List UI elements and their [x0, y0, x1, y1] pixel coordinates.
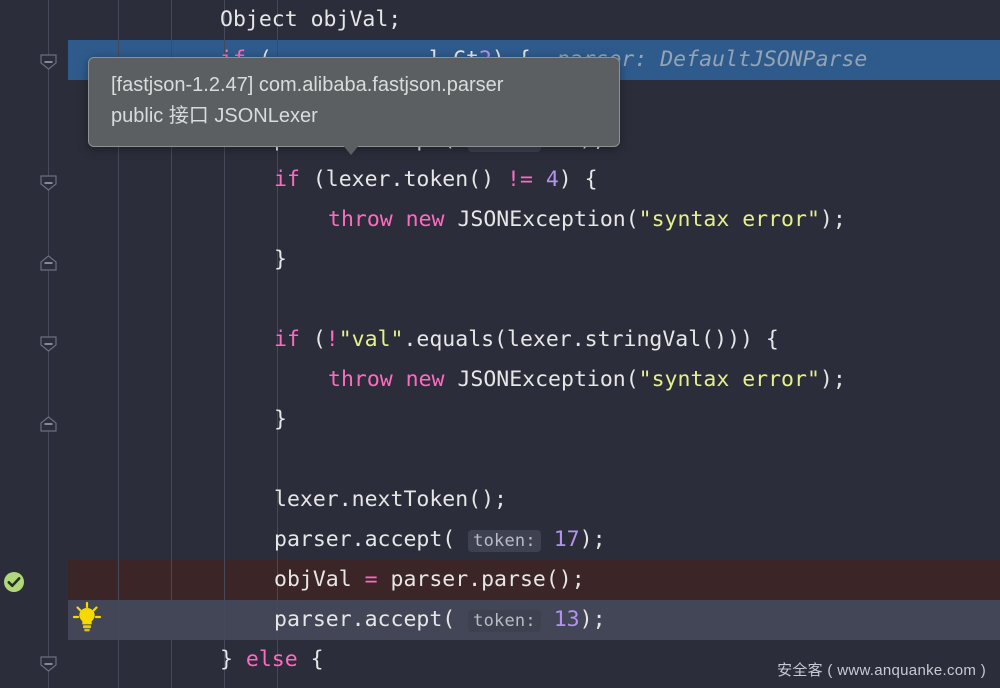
- lightbulb-icon[interactable]: [70, 600, 104, 638]
- parameter-hint-chip: token:: [468, 530, 541, 552]
- code-token-plain: objVal: [274, 567, 365, 592]
- code-token-num: 17: [540, 527, 580, 552]
- fold-marker-down[interactable]: [40, 54, 57, 70]
- code-token-kw: if: [274, 327, 300, 352]
- code-token-op: =: [364, 567, 378, 592]
- line-if-val-equals[interactable]: if (!"val".equals(lexer.stringVal())) {: [0, 320, 1000, 360]
- code-token-str: "syntax error": [638, 367, 820, 392]
- code-token-plain: );: [579, 527, 606, 552]
- code-token-plain: );: [579, 607, 606, 632]
- line-object-objval[interactable]: Object objVal;: [0, 0, 1000, 40]
- code-token-plain: }: [220, 647, 246, 672]
- code-token-str: "syntax error": [638, 207, 820, 232]
- code-token-str: "val": [338, 327, 404, 352]
- fold-marker-down[interactable]: [40, 656, 57, 672]
- code-token-plain: parser.parse();: [377, 567, 585, 592]
- code-token-plain: }: [274, 407, 287, 432]
- code-token-plain: (: [299, 327, 326, 352]
- code-token-plain: JSONException(: [444, 207, 639, 232]
- line-if-token-ne-4[interactable]: if (lexer.token() != 4) {: [0, 160, 1000, 200]
- parameter-hint-chip: token:: [468, 610, 541, 632]
- fold-marker-up[interactable]: [40, 416, 57, 432]
- code-token-plain: (lexer.token(): [299, 167, 507, 192]
- code-token-plain: JSONException(: [444, 367, 639, 392]
- code-token-plain: Object objVal;: [220, 7, 402, 32]
- code-token-op: !: [325, 327, 339, 352]
- line-objval-parse[interactable]: objVal = parser.parse();: [0, 560, 1000, 600]
- code-token-num: 4: [545, 167, 559, 192]
- code-token-plain: lexer.nextToken();: [274, 487, 507, 512]
- code-token-kw: throw new: [328, 367, 445, 392]
- code-token-op: !=: [507, 167, 533, 192]
- code-token-kw: else: [245, 647, 298, 672]
- line-parser-accept-17[interactable]: parser.accept( token: 17);: [0, 520, 1000, 560]
- documentation-tooltip: [fastjson-1.2.47] com.alibaba.fastjson.p…: [88, 57, 620, 147]
- code-token-plain: parser.accept(: [274, 607, 469, 632]
- fold-marker-down[interactable]: [40, 336, 57, 352]
- code-token-num: 13: [540, 607, 580, 632]
- tooltip-arrow: [337, 138, 365, 155]
- line-blank-1[interactable]: [0, 280, 1000, 320]
- code-token-kw: throw new: [328, 207, 445, 232]
- line-lexer-nexttoken[interactable]: lexer.nextToken();: [0, 480, 1000, 520]
- code-token-plain: );: [819, 207, 846, 232]
- tooltip-line-2: public 接口 JSONLexer: [111, 105, 318, 127]
- line-throw-2[interactable]: throw new JSONException("syntax error");: [0, 360, 1000, 400]
- code-token-plain: .equals(lexer.stringVal())) {: [403, 327, 779, 352]
- code-token-plain: ) {: [558, 167, 598, 192]
- site-watermark: 安全客 ( www.anquanke.com ): [777, 662, 986, 679]
- line-close-brace-2[interactable]: }: [0, 400, 1000, 440]
- line-throw-1[interactable]: throw new JSONException("syntax error");: [0, 200, 1000, 240]
- line-parser-accept-13[interactable]: parser.accept( token: 13);: [0, 600, 1000, 640]
- code-token-kw: if: [274, 167, 300, 192]
- line-blank-2[interactable]: [0, 440, 1000, 480]
- tooltip-line-1: [fastjson-1.2.47] com.alibaba.fastjson.p…: [111, 74, 504, 96]
- fold-marker-down[interactable]: [40, 175, 57, 191]
- code-token-plain: }: [274, 247, 287, 272]
- code-token-plain: {: [297, 647, 324, 672]
- line-close-brace-1[interactable]: }: [0, 240, 1000, 280]
- check-circle-icon[interactable]: [2, 570, 26, 598]
- fold-marker-up[interactable]: [40, 255, 57, 271]
- code-token-plain: parser.accept(: [274, 527, 469, 552]
- code-editor[interactable]: Object objVal;if ( ] Ct2) {parser: Defau…: [0, 0, 1000, 688]
- code-token-plain: );: [819, 367, 846, 392]
